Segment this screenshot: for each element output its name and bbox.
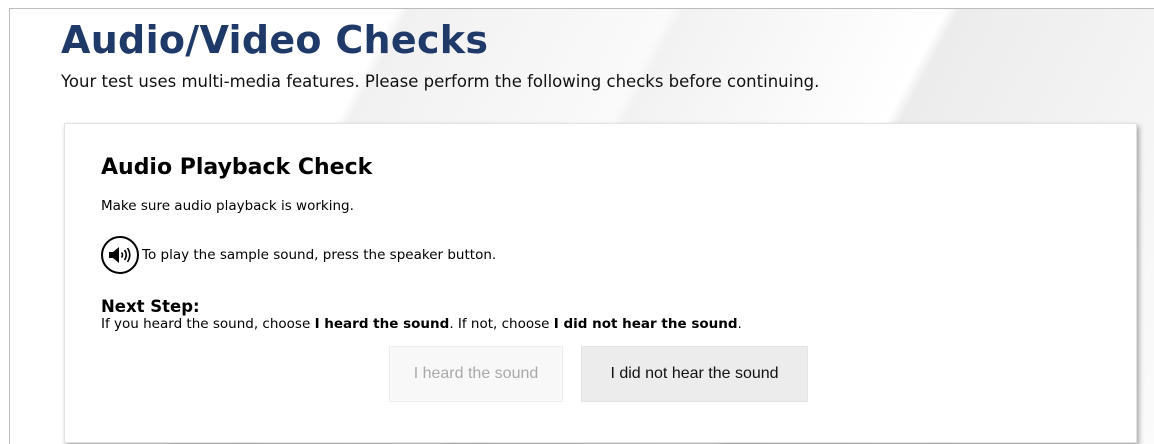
speaker-row: To play the sample sound, press the spea…: [101, 235, 496, 275]
audio-playback-check-panel: Audio Playback Check Make sure audio pla…: [64, 123, 1137, 443]
page-subtitle: Your test uses multi-media features. Ple…: [61, 72, 820, 91]
speaker-instruction: To play the sample sound, press the spea…: [142, 247, 497, 263]
audio-check-title: Audio Playback Check: [101, 155, 373, 180]
speaker-volume-icon: [109, 247, 131, 263]
heard-sound-button[interactable]: I heard the sound: [389, 346, 563, 402]
next-step-title: Next Step:: [101, 297, 200, 316]
speaker-button[interactable]: [101, 236, 139, 274]
next-step-prefix: If you heard the sound, choose: [101, 316, 315, 332]
did-not-hear-sound-button[interactable]: I did not hear the sound: [581, 346, 808, 402]
page-frame: Audio/Video Checks Your test uses multi-…: [9, 8, 1154, 444]
page-title: Audio/Video Checks: [61, 18, 489, 62]
next-step-suffix: .: [737, 316, 742, 332]
next-step-instructions: If you heard the sound, choose I heard t…: [101, 315, 742, 333]
heard-emphasis: I heard the sound: [314, 316, 450, 332]
next-step-middle: . If not, choose: [449, 316, 554, 332]
not-heard-emphasis: I did not hear the sound: [553, 316, 738, 332]
audio-check-description: Make sure audio playback is working.: [101, 198, 354, 214]
